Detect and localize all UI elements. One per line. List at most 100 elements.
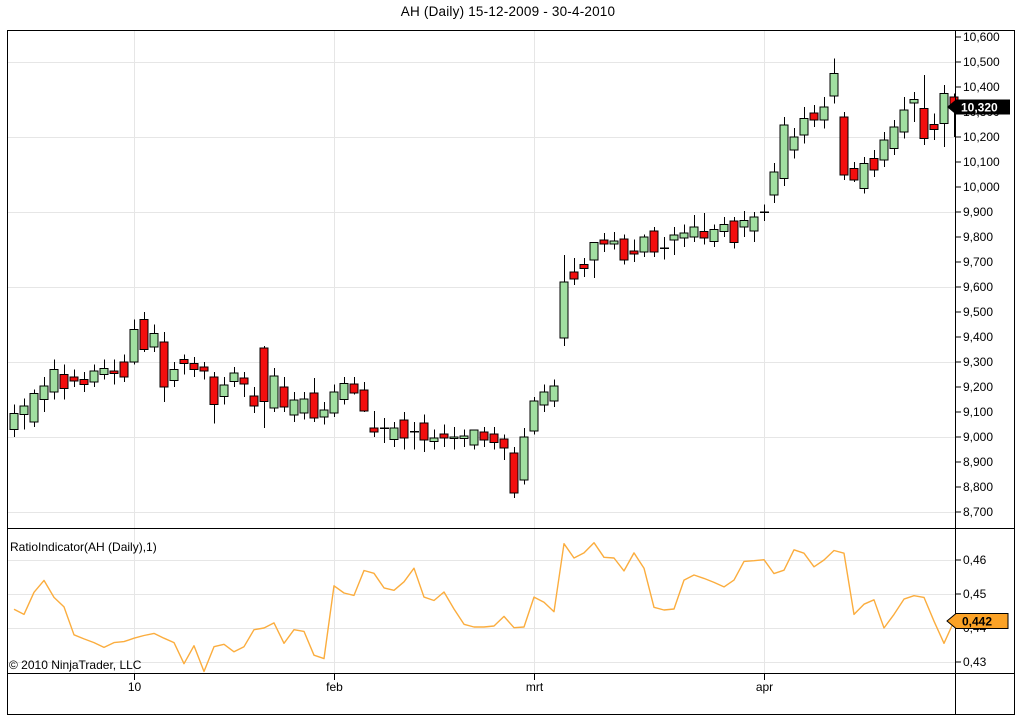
candle xyxy=(179,354,189,375)
candle xyxy=(760,204,769,221)
price-tick-label: 8,900 xyxy=(963,455,993,469)
price-tick-label: 10,100 xyxy=(963,155,1000,169)
candle xyxy=(739,211,749,237)
candle xyxy=(149,324,159,352)
chart-title: AH (Daily) 15-12-2009 - 30-4-2010 xyxy=(400,4,616,19)
candle xyxy=(439,424,449,447)
candle xyxy=(389,422,399,447)
candle xyxy=(229,367,239,387)
copyright-text: © 2010 NinjaTrader, LLC xyxy=(9,658,142,672)
ratio-tick-label: 0,46 xyxy=(963,553,987,567)
price-tick-label: 10,200 xyxy=(963,130,1000,144)
ratio-tag-value: 0,442 xyxy=(962,615,992,629)
price-tick-label: 10,000 xyxy=(963,180,1000,194)
candle xyxy=(929,113,939,140)
price-tick-label: 9,800 xyxy=(963,230,993,244)
candle xyxy=(729,217,739,249)
last-price-value: 10,320 xyxy=(961,101,998,115)
price-tick-label: 10,600 xyxy=(963,30,1000,44)
candle xyxy=(329,384,339,417)
candle xyxy=(380,418,389,443)
candle xyxy=(639,234,649,257)
candle xyxy=(419,414,429,452)
candle xyxy=(489,427,499,450)
candle xyxy=(709,224,719,247)
candle xyxy=(109,359,119,385)
candle xyxy=(219,377,229,405)
candle xyxy=(139,312,149,352)
gridlines xyxy=(7,30,955,673)
price-tick-label: 9,400 xyxy=(963,330,993,344)
x-axis-label: apr xyxy=(756,680,773,694)
candle xyxy=(29,389,39,427)
candle xyxy=(919,75,929,145)
candle xyxy=(249,387,259,413)
price-tick-label: 9,000 xyxy=(963,430,993,444)
candle xyxy=(299,392,309,420)
candle xyxy=(559,255,569,346)
candle xyxy=(319,402,329,425)
candle xyxy=(529,397,539,435)
candle xyxy=(599,233,609,252)
candle xyxy=(349,377,359,395)
candle xyxy=(399,412,409,450)
candle xyxy=(499,434,509,460)
candle xyxy=(309,378,319,422)
price-tick-label: 9,700 xyxy=(963,255,993,269)
price-tick-label: 9,200 xyxy=(963,380,993,394)
candle xyxy=(669,227,679,255)
price-tick-label: 10,500 xyxy=(963,55,1000,69)
candle xyxy=(899,96,909,139)
candle xyxy=(849,162,859,182)
last-price-tag: 10,320 xyxy=(947,99,1010,115)
candle xyxy=(79,372,89,392)
candle xyxy=(839,111,849,180)
ratio-value-tag: 0,442 xyxy=(946,613,1009,629)
candle xyxy=(259,346,269,428)
candle xyxy=(239,372,249,397)
candle xyxy=(649,227,659,257)
candle xyxy=(679,224,689,247)
candle xyxy=(660,237,669,260)
candle xyxy=(199,362,209,380)
price-tick-label: 9,100 xyxy=(963,405,993,419)
candle xyxy=(569,258,579,285)
indicator-label: RatioIndicator(AH (Daily),1) xyxy=(10,540,157,554)
candle xyxy=(459,429,469,447)
price-tick-label: 8,700 xyxy=(963,505,993,519)
candle xyxy=(819,96,829,129)
price-tick-label: 10,400 xyxy=(963,80,1000,94)
candle xyxy=(369,411,379,437)
candle xyxy=(129,319,139,365)
candle xyxy=(869,150,879,177)
candle xyxy=(889,120,899,155)
x-axis-label: 10 xyxy=(128,680,142,694)
candle xyxy=(89,364,99,387)
candle xyxy=(279,377,289,412)
candle xyxy=(159,332,169,402)
candlestick-series xyxy=(9,58,959,498)
candle xyxy=(69,369,79,387)
candle xyxy=(609,232,619,250)
candle xyxy=(429,429,439,450)
candle xyxy=(629,239,639,262)
candle xyxy=(779,117,789,186)
ratio-tick-label: 0,45 xyxy=(963,587,987,601)
price-tick-label: 9,300 xyxy=(963,355,993,369)
candle xyxy=(749,212,759,242)
candle xyxy=(689,215,699,242)
candle xyxy=(619,234,629,265)
candle xyxy=(549,379,559,407)
chart-borders xyxy=(7,30,1015,715)
price-tick-label: 9,500 xyxy=(963,305,993,319)
ratio-tick-label: 0,43 xyxy=(963,655,987,669)
candle xyxy=(719,217,729,237)
chart-window: AH (Daily) 15-12-2009 - 30-4-2010 10,600… xyxy=(0,0,1016,720)
chart-canvas[interactable]: 10,60010,50010,40010,30010,20010,10010,0… xyxy=(0,0,1016,720)
candle xyxy=(359,382,369,412)
candle xyxy=(769,163,779,203)
candle xyxy=(469,429,479,450)
candle xyxy=(789,128,799,159)
candle xyxy=(209,372,219,424)
candle xyxy=(169,362,179,387)
